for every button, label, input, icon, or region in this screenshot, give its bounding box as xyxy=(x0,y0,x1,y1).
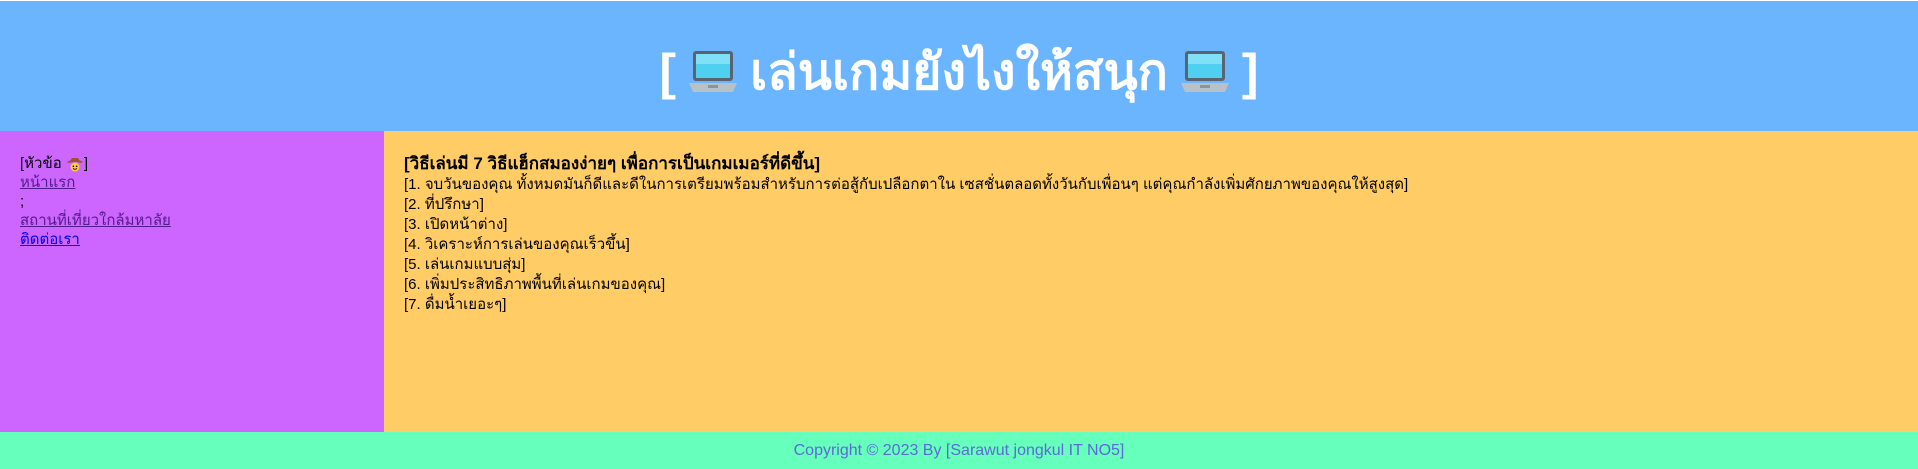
nav-link-places-near-university[interactable]: สถานที่เที่ยวใกล้มหาลัย xyxy=(20,211,384,230)
main-content: [วิธีเล่นมี 7 วิธีแฮ็กสมองง่ายๆ เพื่อการ… xyxy=(384,131,1918,432)
list-item: [1. จบวันของคุณ ทั้งหมดมันก็ดีและดีในการ… xyxy=(404,176,1409,193)
page: [ เล่นเกมยังไงให้สนุก ] [หัวข้อ] หน้าแร… xyxy=(0,0,1918,469)
nav-link-contact[interactable]: ติดต่อเรา xyxy=(20,230,384,249)
site-footer: Copyright © 2023 By [Sarawut jongkul IT … xyxy=(0,432,1918,469)
list-item: [5. เล่นเกมแบบสุ่ม] xyxy=(404,256,526,273)
title-bracket-close: ] xyxy=(1241,44,1259,100)
title-bracket-open: [ xyxy=(659,44,677,100)
cowboy-face-icon xyxy=(66,157,83,171)
list-item: [2. ที่ปรึกษา] xyxy=(404,196,484,213)
sidebar-heading-close: ] xyxy=(83,155,89,172)
list-item: [4. วิเคราะห์การเล่นของคุณเร็วขึ้น] xyxy=(404,236,630,253)
site-header: [ เล่นเกมยังไงให้สนุก ] xyxy=(0,1,1918,131)
sidebar: [หัวข้อ ] หน้าแรก ; สถานที่เที่ยวใกล้มหา… xyxy=(0,131,384,432)
laptop-icon xyxy=(1180,51,1229,92)
sidebar-heading: [หัวข้อ ] xyxy=(20,154,384,173)
laptop-icon xyxy=(689,51,738,92)
sidebar-heading-label: [หัวข้อ xyxy=(20,155,62,172)
list-item: [7. ดื่มน้ำเยอะๆ] xyxy=(404,296,507,313)
list-item: [3. เปิดหน้าต่าง] xyxy=(404,216,508,233)
content-title: [วิธีเล่นมี 7 วิธีแฮ็กสมองง่ายๆ เพื่อการ… xyxy=(404,154,821,173)
copyright-text: Copyright © 2023 By [Sarawut jongkul IT … xyxy=(793,441,1125,459)
list-item: [6. เพิ่มประสิทธิภาพพื้นที่เล่นเกมของคุณ… xyxy=(404,276,666,293)
tips-list: [1. จบวันของคุณ ทั้งหมดมันก็ดีและดีในการ… xyxy=(404,175,1918,315)
nav-separator: ; xyxy=(20,193,25,210)
nav-link-home[interactable]: หน้าแรก xyxy=(20,173,384,192)
title-text: เล่นเกมยังไงให้สนุก xyxy=(750,44,1168,100)
site-title: [ เล่นเกมยังไงให้สนุก ] xyxy=(659,47,1258,97)
